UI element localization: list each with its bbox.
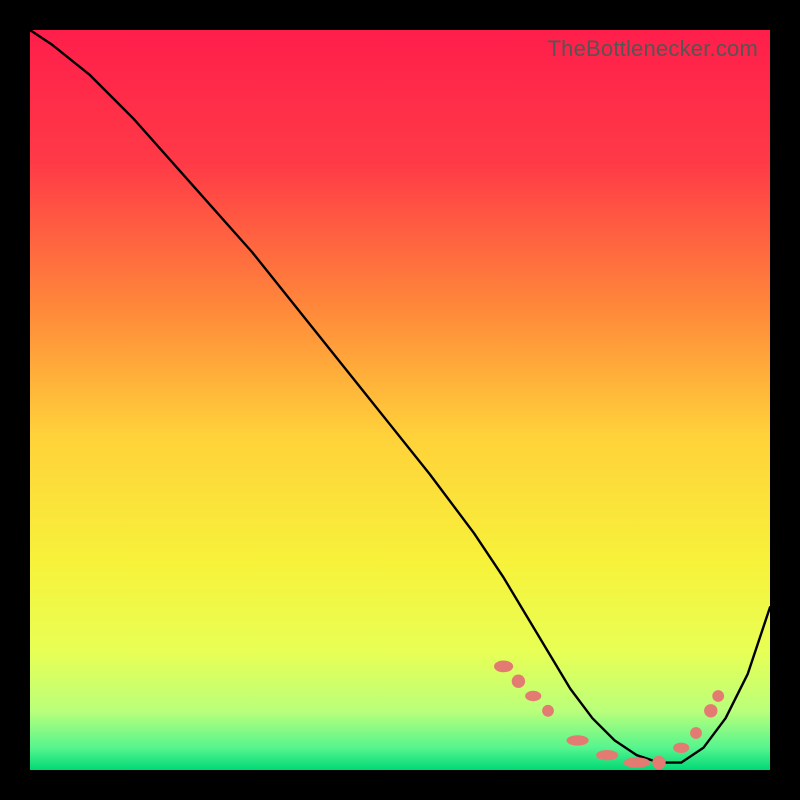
marker-dot-11 xyxy=(712,690,724,702)
marker-dot-10 xyxy=(704,704,717,717)
marker-dot-1 xyxy=(512,675,525,688)
series-curve xyxy=(30,30,770,763)
marker-pill-4 xyxy=(567,735,589,745)
chart-frame: TheBottlenecker.com xyxy=(0,0,800,800)
marker-pill-5 xyxy=(596,750,618,760)
marker-dot-3 xyxy=(542,705,554,717)
marker-dot-7 xyxy=(652,756,665,769)
marker-pill-2 xyxy=(525,691,541,701)
marker-dot-9 xyxy=(690,727,702,739)
gradient-background xyxy=(30,30,770,770)
marker-pill-8 xyxy=(673,743,689,753)
marker-pill-0 xyxy=(494,661,513,673)
watermark-text: TheBottlenecker.com xyxy=(548,36,758,62)
plot-area: TheBottlenecker.com xyxy=(30,30,770,770)
chart-svg xyxy=(30,30,770,770)
marker-pill-6 xyxy=(624,757,651,767)
